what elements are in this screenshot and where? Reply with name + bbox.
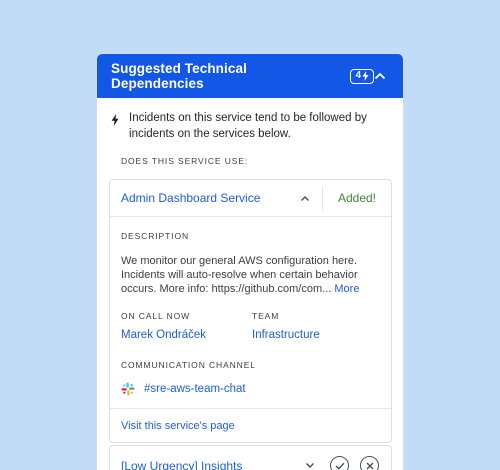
on-call-user-link[interactable]: Marek Ondráček	[121, 329, 252, 341]
panel-title: Suggested Technical Dependencies	[111, 61, 247, 91]
panel-header: Suggested Technical Dependencies 4	[97, 54, 403, 98]
on-call-label: ON CALL NOW	[121, 311, 191, 321]
channel-link[interactable]: #sre-aws-team-chat	[144, 383, 246, 395]
service-card: Admin Dashboard Service Added! DESCRIPTI…	[109, 179, 392, 443]
description-text: We monitor our general AWS configuration…	[121, 254, 380, 296]
close-icon	[366, 462, 373, 469]
team-label: TEAM	[252, 311, 280, 321]
team-link[interactable]: Infrastructure	[252, 329, 320, 341]
section-label: DOES THIS SERVICE USE:	[121, 156, 249, 166]
service-name-link[interactable]: Admin Dashboard Service	[110, 191, 260, 205]
lightning-icon	[362, 71, 369, 81]
chevron-down-icon	[306, 463, 314, 468]
lightning-icon	[111, 110, 120, 142]
intro: Incidents on this service tend to be fol…	[97, 98, 403, 142]
collapse-service-button[interactable]	[300, 195, 310, 202]
service-details: DESCRIPTION We monitor our general AWS c…	[110, 217, 391, 396]
accept-button[interactable]	[330, 456, 349, 470]
suggestion-count-badge: 4	[350, 68, 374, 84]
collapse-panel-button[interactable]	[374, 72, 386, 80]
service-card-footer: Visit this service's page	[110, 408, 391, 442]
chevron-up-icon	[301, 195, 309, 201]
expand-service-button[interactable]	[305, 462, 315, 469]
more-link[interactable]: More	[334, 283, 359, 295]
visit-service-link[interactable]: Visit this service's page	[121, 420, 235, 432]
on-call-column: ON CALL NOW Marek Ondráček	[121, 311, 252, 341]
description-label: DESCRIPTION	[121, 231, 189, 241]
slack-icon	[121, 382, 135, 396]
channel-label: COMMUNICATION CHANNEL	[121, 360, 256, 370]
check-icon	[335, 462, 345, 470]
channel-row: #sre-aws-team-chat	[121, 382, 380, 396]
team-column: TEAM Infrastructure	[252, 311, 320, 341]
badge-count: 4	[355, 70, 361, 81]
dismiss-button[interactable]	[360, 456, 379, 470]
intro-text: Incidents on this service tend to be fol…	[129, 112, 367, 140]
added-status: Added!	[337, 191, 377, 205]
next-service-card: [Low Urgency] Insights	[109, 445, 392, 470]
description-body: We monitor our general AWS configuration…	[121, 255, 358, 295]
suggested-dependencies-panel: Suggested Technical Dependencies 4 Incid…	[96, 53, 404, 470]
chevron-up-icon	[374, 72, 386, 80]
service-card-header: Admin Dashboard Service Added!	[110, 180, 391, 217]
meta-row: ON CALL NOW Marek Ondráček TEAM Infrastr…	[121, 311, 380, 341]
next-service-name-link[interactable]: [Low Urgency] Insights	[110, 459, 242, 470]
